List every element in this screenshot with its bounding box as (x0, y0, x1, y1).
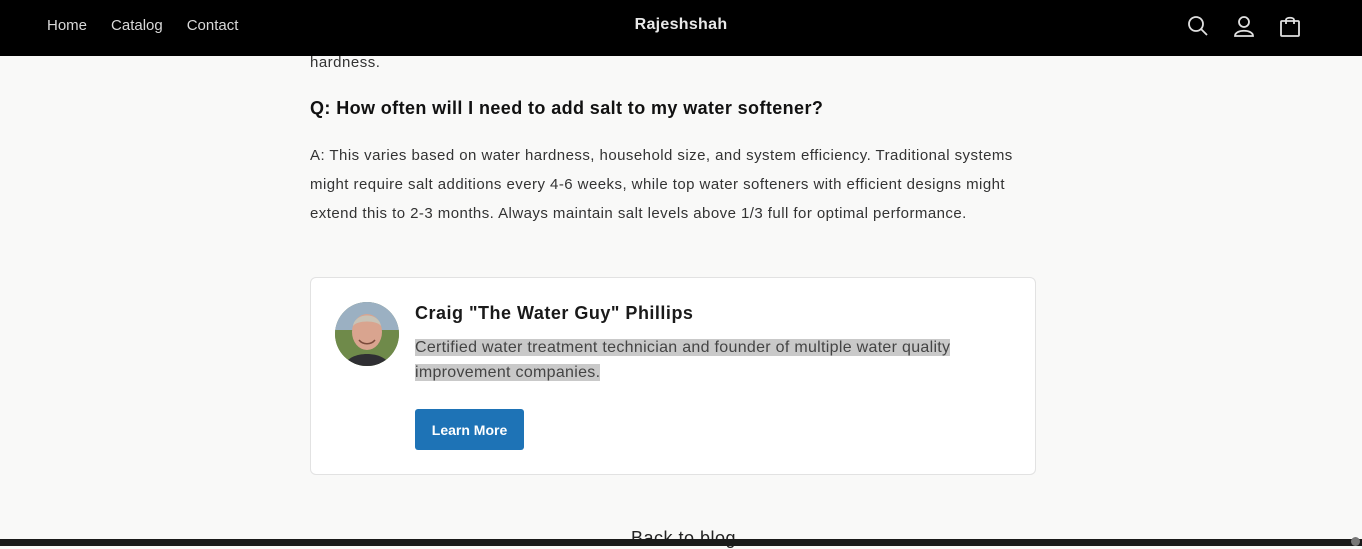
author-name: Craig "The Water Guy" Phillips (415, 303, 694, 323)
account-icon[interactable] (1232, 14, 1256, 38)
faq-answer: A: This varies based on water hardness, … (310, 147, 1013, 222)
search-icon[interactable] (1186, 14, 1210, 38)
author-bio-text: Certified water treatment technician and… (415, 339, 951, 381)
scrollbar-thumb[interactable] (1351, 537, 1360, 546)
paragraph-text: hardness. (310, 54, 381, 71)
author-card: Craig "The Water Guy" Phillips Certified… (310, 277, 1036, 475)
site-brand[interactable]: Rajeshshah (0, 16, 1362, 34)
author-avatar (335, 302, 399, 366)
cart-icon[interactable] (1278, 14, 1302, 38)
faq-question: Q: How often will I need to add salt to … (310, 98, 824, 118)
author-bio: Certified water treatment technician and… (415, 335, 995, 385)
scrollbar[interactable] (1350, 56, 1362, 546)
bottom-bar (0, 539, 1362, 546)
learn-more-button[interactable]: Learn More (415, 409, 524, 450)
header-icons (1186, 14, 1302, 38)
site-header: Home Catalog Contact Rajeshshah (0, 0, 1362, 56)
